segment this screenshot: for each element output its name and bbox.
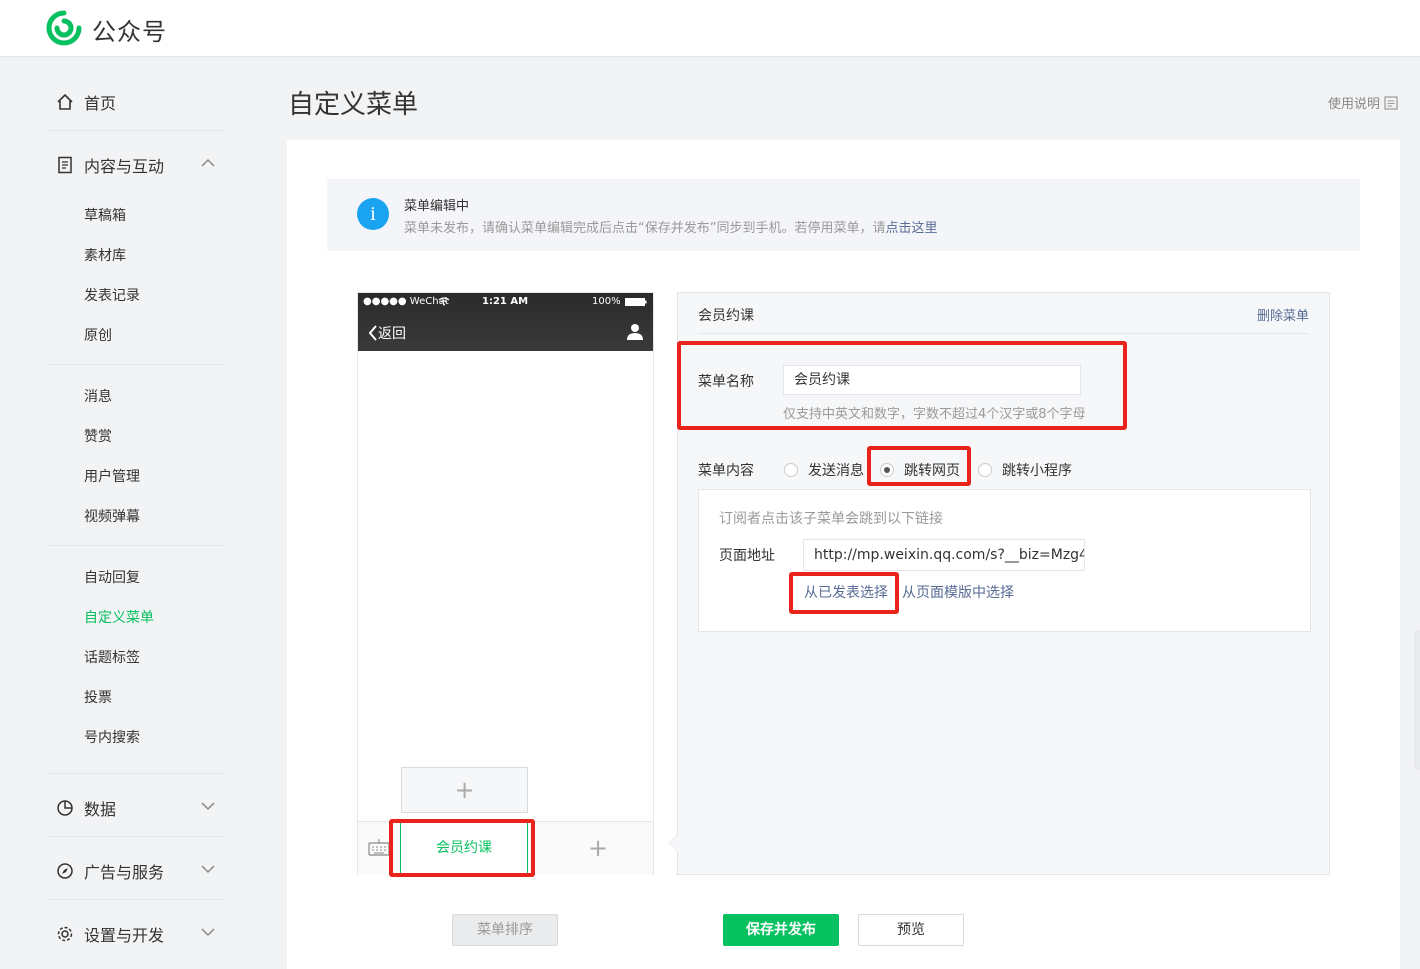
radio-jump-miniprogram[interactable]: 跳转小程序 [978, 460, 1072, 480]
sidebar-item-drafts[interactable]: 草稿箱 [84, 205, 126, 225]
add-submenu-button[interactable]: + [401, 767, 528, 813]
back-label: 返回 [378, 326, 406, 342]
highlight-menu-item [389, 819, 535, 877]
sidebar-item-appreciation[interactable]: 赞赏 [84, 426, 112, 446]
sidebar-item-topic-tags[interactable]: 话题标签 [84, 647, 140, 667]
chevron-down-icon[interactable] [200, 861, 216, 877]
document-icon [58, 156, 72, 174]
sidebar: 首页 内容与互动 草稿箱 素材库 发表记录 原创 消息 赞赏 用户管理 视频弹幕… [0, 57, 260, 969]
divider [48, 545, 224, 546]
sidebar-item-label: 广告与服务 [84, 863, 165, 882]
brand-name[interactable]: 公众号 [92, 12, 167, 47]
compass-icon [57, 863, 73, 879]
sidebar-item-label: 设置与开发 [84, 926, 165, 945]
gear-icon [57, 926, 73, 942]
page-url-label: 页面地址 [719, 548, 775, 564]
add-menu-button[interactable]: + [568, 822, 628, 874]
radio-circle [978, 463, 992, 477]
status-time: 1:21 AM [482, 296, 529, 307]
document-icon [1384, 95, 1398, 110]
wifi-icon [438, 297, 450, 306]
wechat-official-logo-icon[interactable] [46, 10, 82, 46]
sidebar-item-label: 首页 [84, 94, 117, 113]
highlight-jump-webpage [867, 446, 971, 486]
menu-editor-card: i 菜单编辑中 菜单未发布，请确认菜单编辑完成后点击“保存并发布”同步到手机。若… [287, 140, 1400, 969]
highlight-choose-published [789, 572, 899, 614]
notice-banner: i 菜单编辑中 菜单未发布，请确认菜单编辑完成后点击“保存并发布”同步到手机。若… [327, 179, 1360, 251]
sidebar-item-label: 数据 [84, 800, 117, 819]
chevron-down-icon[interactable] [200, 798, 216, 814]
radio-label: 发送消息 [808, 463, 864, 479]
url-description: 订阅者点击该子菜单会跳到以下链接 [719, 511, 943, 527]
divider [698, 333, 1309, 334]
status-battery: 100% [592, 296, 621, 307]
home-icon [57, 93, 73, 110]
page-title: 自定义菜单 [288, 90, 419, 120]
sidebar-item-content[interactable]: 内容与互动 [56, 153, 164, 177]
radio-label: 跳转小程序 [1002, 463, 1072, 479]
battery-icon [625, 298, 647, 306]
sidebar-item-data[interactable]: 数据 [56, 796, 116, 820]
chevron-left-icon [368, 325, 377, 341]
help-label: 使用说明 [1327, 97, 1380, 112]
sidebar-item-vote[interactable]: 投票 [84, 687, 112, 707]
user-icon[interactable] [627, 323, 643, 340]
phone-header: ●●●●● WeChat 1:21 AM 100% 返回 [358, 293, 653, 351]
side-drawer-handle[interactable] [1414, 630, 1420, 770]
sidebar-item-home[interactable]: 首页 [56, 90, 116, 114]
pie-chart-icon [57, 800, 73, 816]
top-bar: 公众号 [0, 0, 1420, 57]
notice-desc: 菜单未发布，请确认菜单编辑完成后点击“保存并发布”同步到手机。若停用菜单，请点击… [404, 217, 938, 236]
panel-title: 会员约课 [698, 308, 754, 324]
chevron-up-icon[interactable] [200, 155, 216, 171]
radio-circle [784, 463, 798, 477]
chevron-down-icon[interactable] [200, 924, 216, 940]
divider [48, 364, 224, 365]
sidebar-item-auto-reply[interactable]: 自动回复 [84, 567, 140, 587]
menu-content-label: 菜单内容 [698, 463, 754, 479]
choose-from-template-link[interactable]: 从页面模版中选择 [902, 582, 1014, 602]
preview-button[interactable]: 预览 [858, 914, 964, 946]
sidebar-item-label: 内容与互动 [84, 157, 165, 176]
panel-pointer [669, 834, 678, 852]
highlight-menu-name [677, 341, 1127, 430]
menu-sort-button[interactable]: 菜单排序 [452, 914, 558, 946]
info-icon: i [357, 198, 389, 230]
keyboard-icon[interactable] [368, 838, 390, 856]
sidebar-item-publish-history[interactable]: 发表记录 [84, 285, 140, 305]
sidebar-item-original[interactable]: 原创 [84, 325, 112, 345]
phone-back-button[interactable]: 返回 [368, 323, 406, 343]
sidebar-item-messages[interactable]: 消息 [84, 386, 112, 406]
radio-send-message[interactable]: 发送消息 [784, 460, 864, 480]
sidebar-item-custom-menu[interactable]: 自定义菜单 [84, 607, 154, 627]
divider [48, 899, 224, 900]
disable-menu-link[interactable]: 点击这里 [885, 221, 937, 236]
sidebar-item-video-danmaku[interactable]: 视频弹幕 [84, 506, 140, 526]
divider [48, 773, 224, 774]
page-url-input[interactable]: http://mp.weixin.qq.com/s?__biz=Mzg4 [803, 539, 1085, 571]
divider [48, 130, 224, 131]
sidebar-item-settings[interactable]: 设置与开发 [56, 922, 164, 946]
notice-text: 菜单未发布，请确认菜单编辑完成后点击“保存并发布”同步到手机。若停用菜单，请 [404, 221, 886, 236]
notice-title: 菜单编辑中 [404, 199, 470, 214]
divider [48, 836, 224, 837]
status-carrier: ●●●●● WeChat [363, 296, 449, 307]
delete-menu-link[interactable]: 删除菜单 [1257, 305, 1309, 324]
sidebar-item-materials[interactable]: 素材库 [84, 245, 126, 265]
phone-preview: ●●●●● WeChat 1:21 AM 100% 返回 + 会员约课 + [357, 292, 654, 875]
sidebar-item-account-search[interactable]: 号内搜索 [84, 727, 140, 747]
sidebar-item-ads[interactable]: 广告与服务 [56, 859, 164, 883]
save-publish-button[interactable]: 保存并发布 [723, 914, 839, 946]
sidebar-item-user-management[interactable]: 用户管理 [84, 466, 140, 486]
help-link[interactable]: 使用说明 [1328, 93, 1398, 112]
